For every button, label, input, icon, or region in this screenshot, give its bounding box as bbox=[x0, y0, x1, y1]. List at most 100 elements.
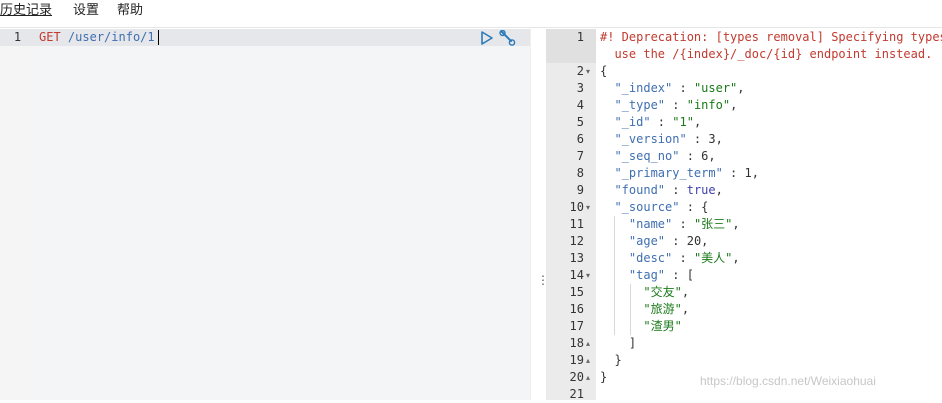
code-token: "_index" bbox=[614, 81, 673, 95]
code-token: "_version" bbox=[614, 132, 687, 146]
response-pane: 1 2 ▾ 3 4 5 6 7 8 9 10 ▾ 11 12 13 14 ▾ 15 16 17 18 ▴ 19 ▴ 20 ▴ 21 … bbox=[546, 29, 942, 401]
response-line-number: 18 bbox=[569, 336, 584, 350]
code-token: : bbox=[672, 251, 694, 265]
fold-collapse-icon[interactable]: ▾ bbox=[586, 63, 595, 80]
response-code-line: ] bbox=[600, 335, 636, 352]
code-token: : bbox=[665, 98, 687, 112]
code-token: "info" bbox=[686, 98, 731, 112]
code-token: : bbox=[665, 234, 687, 248]
response-line-number: 17 bbox=[569, 319, 584, 333]
code-token: , bbox=[681, 285, 690, 299]
request-pane: 1 GET /user/info/1 bbox=[0, 29, 530, 400]
code-token: ] bbox=[600, 336, 637, 350]
response-code-line: "name" : "张三", bbox=[600, 216, 740, 233]
response-line-number: 21 bbox=[569, 387, 584, 401]
response-line-number: 5 bbox=[576, 115, 584, 129]
code-token: "_id" bbox=[614, 115, 651, 129]
code-token: : bbox=[672, 81, 694, 95]
run-request-button[interactable] bbox=[479, 30, 495, 46]
code-token: : bbox=[672, 217, 694, 231]
response-code-line: "_type" : "info", bbox=[600, 97, 737, 114]
fold-end-icon: ▴ bbox=[586, 356, 591, 365]
code-token: , bbox=[701, 234, 709, 248]
menu-history[interactable]: 历史记录 bbox=[0, 2, 52, 20]
response-line-number: 7 bbox=[576, 149, 584, 163]
request-editor[interactable]: GET /user/info/1 bbox=[35, 29, 530, 400]
response-code-line: } bbox=[600, 352, 621, 369]
request-line[interactable]: GET /user/info/1 bbox=[39, 29, 155, 46]
request-url: /user/info/1 bbox=[67, 30, 155, 44]
response-code-line: "_source" : { bbox=[600, 199, 708, 216]
code-token: , bbox=[751, 166, 759, 180]
code-token: , bbox=[681, 302, 690, 316]
response-line-number: 8 bbox=[576, 166, 584, 180]
code-token: : [ bbox=[665, 268, 694, 282]
menu-settings[interactable]: 设置 bbox=[73, 2, 99, 20]
deprecation-warning-line: #! Deprecation: [types removal] Specifyi… bbox=[600, 30, 942, 44]
play-icon bbox=[481, 31, 493, 45]
response-line-number: 19 bbox=[569, 353, 584, 367]
code-token: , bbox=[732, 251, 740, 265]
code-token: "张三" bbox=[693, 217, 733, 231]
response-code-line: "age" : 20, bbox=[600, 233, 709, 250]
response-code-line: { bbox=[600, 63, 607, 80]
code-token: , bbox=[715, 132, 723, 146]
response-line-number: 1 bbox=[576, 30, 584, 44]
response-line-number: 15 bbox=[569, 285, 584, 299]
response-line-number: 20 bbox=[569, 370, 584, 384]
fold-end-icon: ▴ bbox=[586, 339, 591, 348]
response-line-number: 16 bbox=[569, 302, 584, 316]
code-token: , bbox=[708, 149, 716, 163]
pane-resizer[interactable]: ⋮ bbox=[530, 29, 549, 400]
code-token: : bbox=[665, 183, 687, 197]
response-line-number: 9 bbox=[576, 183, 584, 197]
code-token: : bbox=[650, 115, 673, 129]
code-token: , bbox=[737, 81, 745, 95]
code-token: 20 bbox=[686, 234, 702, 248]
fold-collapse-icon[interactable]: ▾ bbox=[586, 267, 595, 284]
response-line-number: 4 bbox=[576, 98, 584, 112]
text-cursor bbox=[158, 30, 159, 45]
code-token: "_type" bbox=[614, 98, 666, 112]
code-token: "美人" bbox=[693, 251, 733, 265]
response-line-number: 6 bbox=[576, 132, 584, 146]
response-gutter: 1 2 ▾ 3 4 5 6 7 8 9 10 ▾ 11 12 13 14 ▾ 15 16 17 18 ▴ 19 ▴ 20 ▴ 21 bbox=[546, 29, 596, 401]
response-code-line: "_index" : "user", bbox=[600, 80, 745, 97]
menu-help[interactable]: 帮助 bbox=[117, 2, 143, 20]
code-token: : bbox=[679, 149, 702, 163]
code-token: : { bbox=[679, 200, 709, 214]
response-line-number: 12 bbox=[569, 234, 584, 248]
code-token: "交友" bbox=[643, 285, 682, 299]
code-token: "渣男" bbox=[643, 319, 682, 333]
code-token: , bbox=[732, 217, 740, 231]
code-token: , bbox=[693, 115, 702, 129]
code-token: } bbox=[600, 370, 608, 384]
code-token: "user" bbox=[693, 81, 738, 95]
code-token: "desc" bbox=[628, 251, 673, 265]
request-method: GET bbox=[39, 30, 61, 44]
code-token: "_seq_no" bbox=[614, 149, 680, 163]
code-token: 3 bbox=[708, 132, 716, 146]
code-token: "_primary_term" bbox=[614, 166, 723, 180]
response-code-line: "_primary_term" : 1, bbox=[600, 165, 759, 182]
request-settings-button[interactable] bbox=[499, 29, 516, 46]
response-line-number: 13 bbox=[569, 251, 584, 265]
wrench-icon bbox=[499, 29, 516, 46]
code-token: : bbox=[686, 132, 709, 146]
request-line-number: 1 bbox=[0, 29, 35, 46]
code-token: , bbox=[730, 98, 738, 112]
response-line-number: 14 bbox=[569, 268, 584, 282]
response-code-line: "found" : true, bbox=[600, 182, 723, 199]
response-line-number: 10 bbox=[569, 200, 584, 214]
menu-bar: 历史记录 设置 帮助 bbox=[0, 0, 942, 28]
code-token: , bbox=[715, 183, 723, 197]
fold-collapse-icon[interactable]: ▾ bbox=[586, 199, 595, 216]
response-code-line: "desc" : "美人", bbox=[600, 250, 740, 267]
response-code[interactable]: #! Deprecation: [types removal] Specifyi… bbox=[600, 29, 942, 400]
response-code-line: "渣男" bbox=[600, 318, 682, 335]
code-token: "_source" bbox=[614, 200, 680, 214]
